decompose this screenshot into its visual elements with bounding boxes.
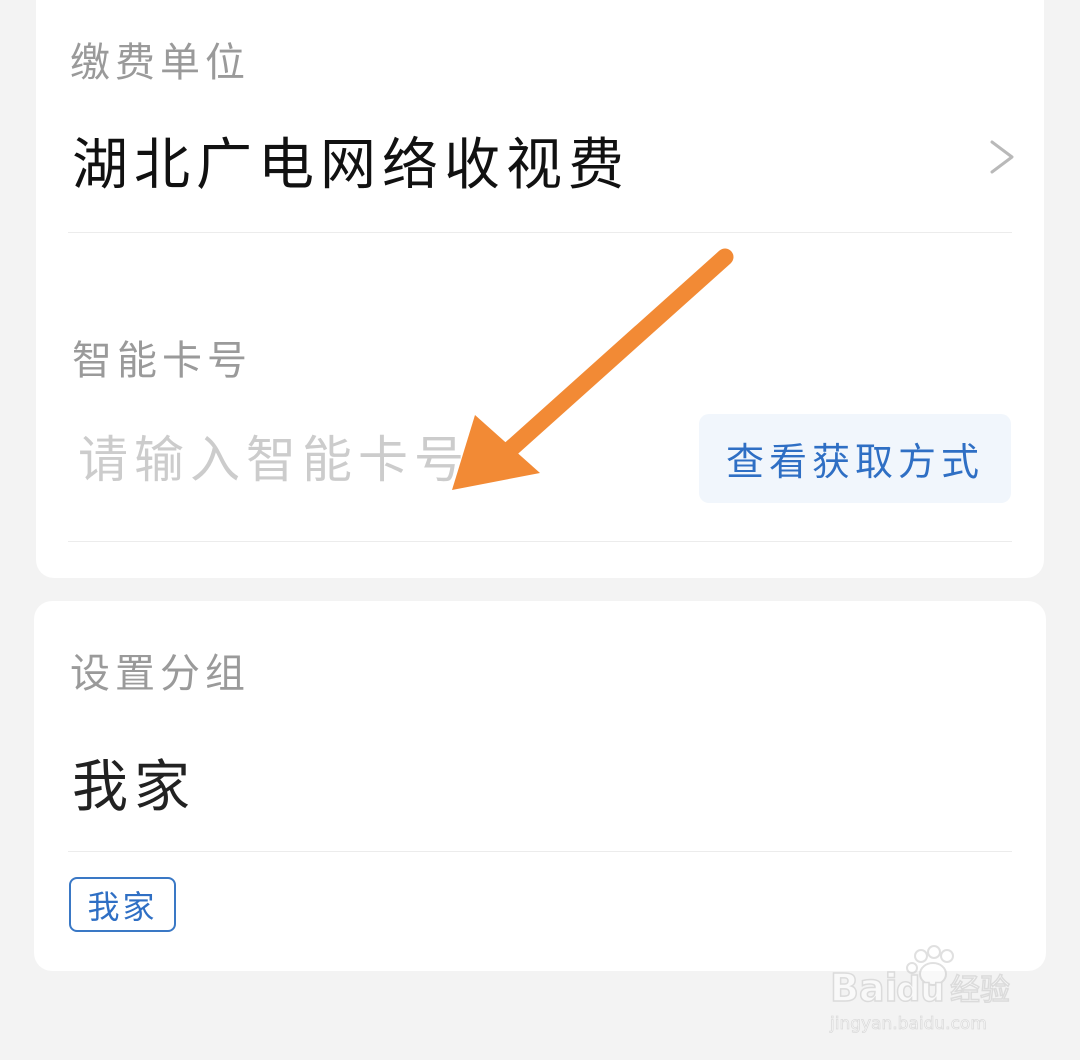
view-method-button[interactable]: 查看获取方式 (699, 414, 1011, 503)
svg-text:经验: 经验 (950, 973, 1010, 1008)
divider (68, 541, 1012, 542)
smart-card-label: 智能卡号 (72, 338, 252, 384)
divider (68, 232, 1012, 233)
baidu-watermark-logo: Bai du 经验 jingyan.baidu.com (829, 945, 1011, 1034)
group-value[interactable]: 我家 (72, 742, 196, 823)
group-tag-home[interactable]: 我家 (69, 877, 176, 932)
svg-text:du: du (896, 970, 945, 1010)
chevron-right-icon[interactable] (984, 138, 1018, 176)
group-label: 设置分组 (70, 651, 250, 697)
divider (68, 851, 1012, 852)
page: 缴费单位 湖北广电网络收视费 智能卡号 查看获取方式 设置分组 我家 我家 Ba… (0, 0, 1080, 1060)
svg-text:jingyan.baidu.com: jingyan.baidu.com (829, 1014, 987, 1034)
payment-unit-label: 缴费单位 (70, 40, 250, 86)
svg-text:Bai: Bai (830, 966, 898, 1010)
smart-card-input[interactable] (78, 420, 678, 500)
payment-unit-value[interactable]: 湖北广电网络收视费 (72, 120, 630, 201)
